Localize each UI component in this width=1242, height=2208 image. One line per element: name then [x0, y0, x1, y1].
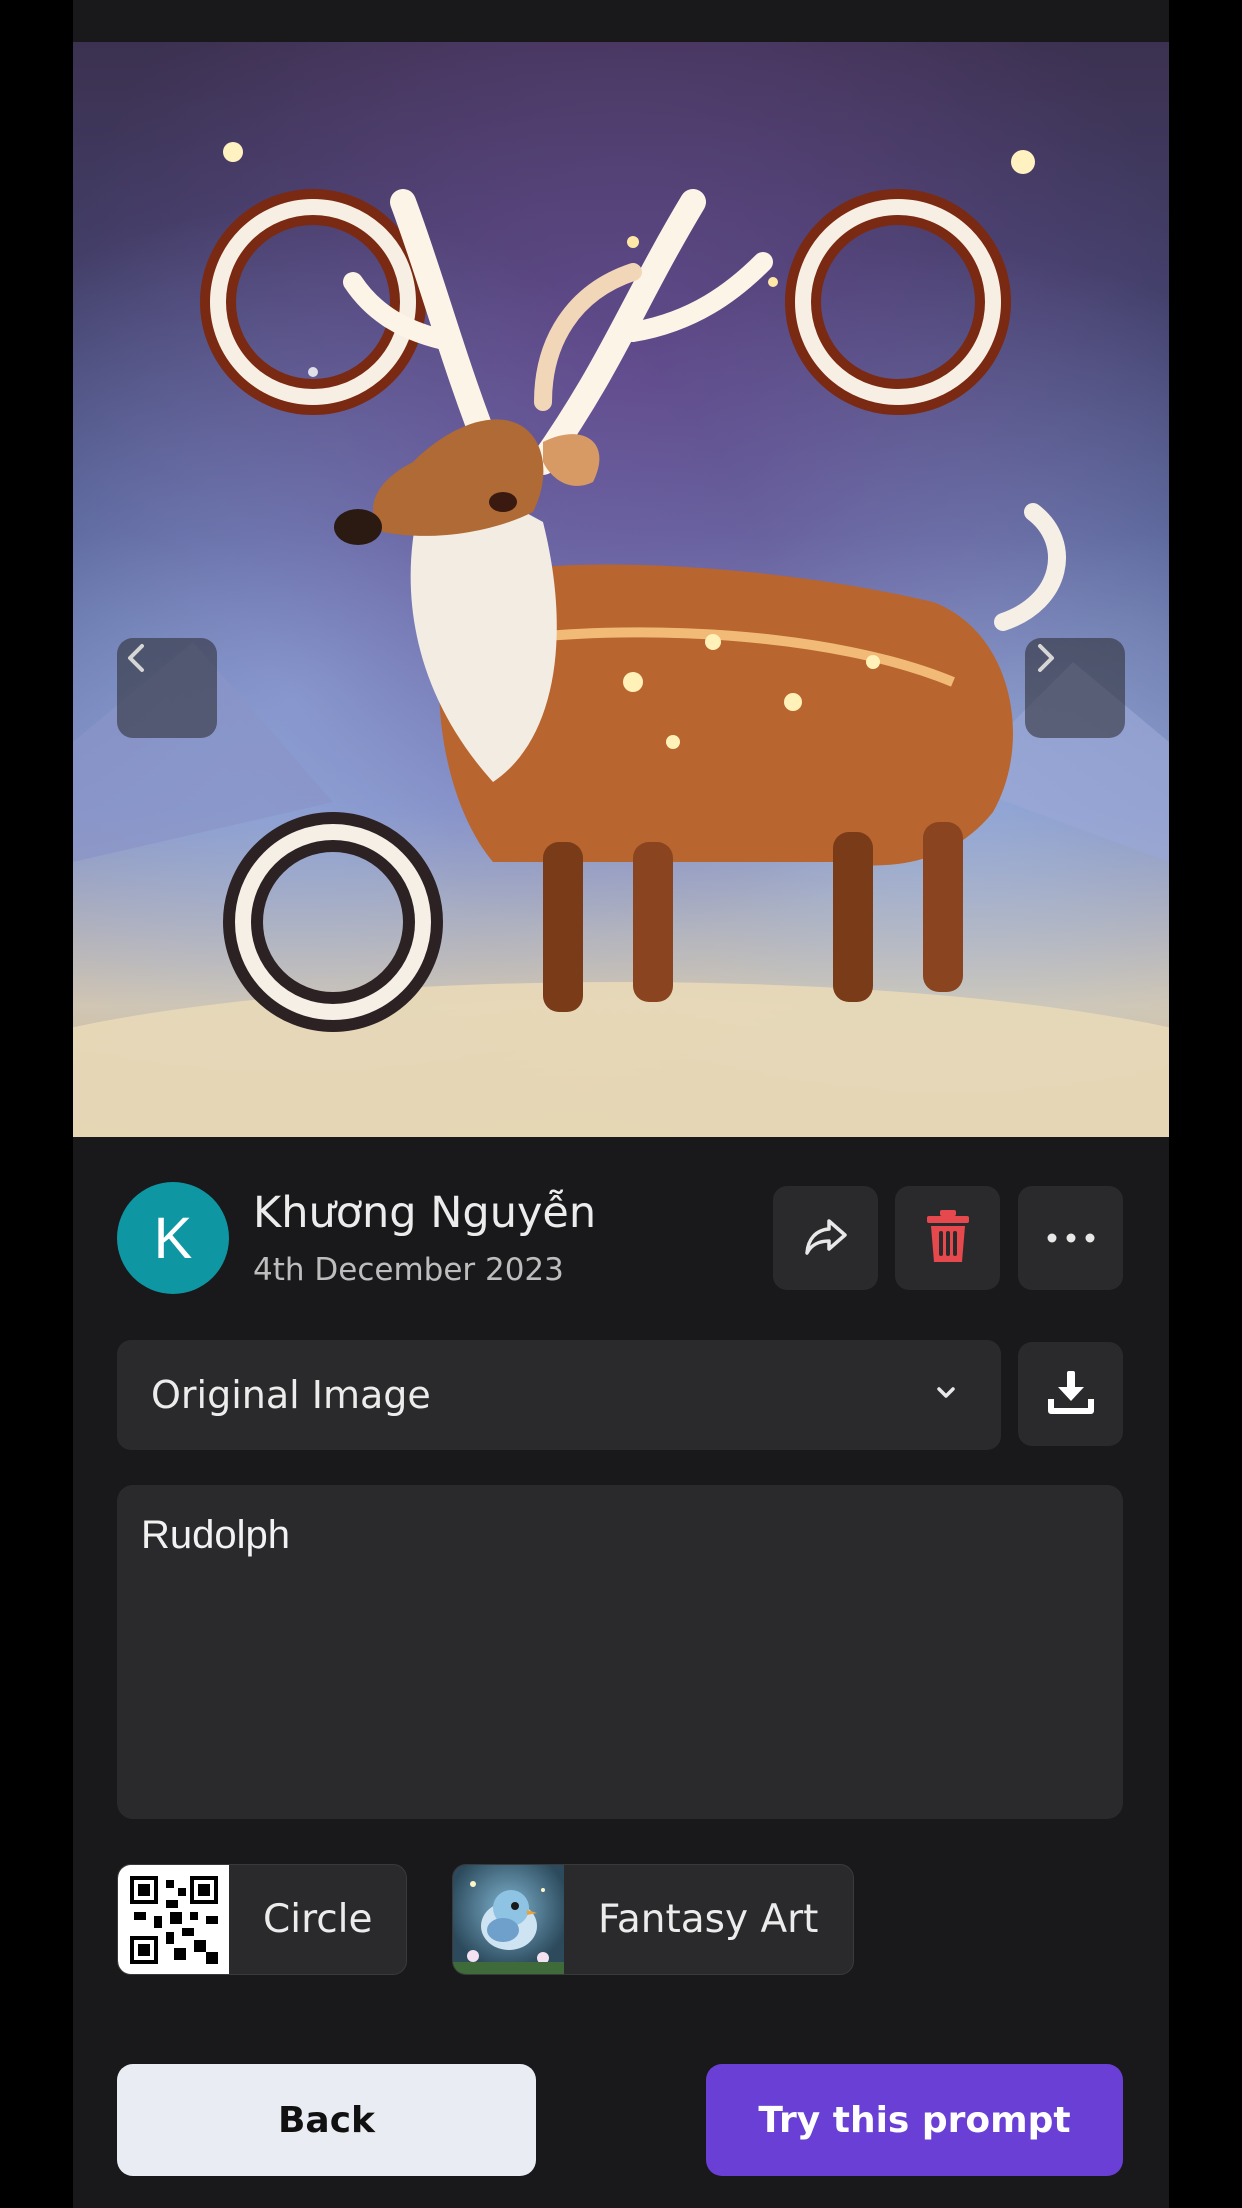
selected-variant: Original Image — [151, 1373, 431, 1417]
share-button[interactable] — [773, 1186, 878, 1290]
delete-button[interactable] — [895, 1186, 1000, 1290]
more-options-button[interactable] — [1018, 1186, 1123, 1290]
prompt-text: Rudolph — [141, 1513, 291, 1557]
tag-fantasy-art[interactable]: Fantasy Art — [452, 1864, 854, 1975]
created-date: 4th December 2023 — [253, 1252, 564, 1288]
image-detail-screen: K Khương Nguyễn 4th December 2023 Origin… — [73, 0, 1169, 2208]
try-this-prompt-button[interactable]: Try this prompt — [706, 2064, 1123, 2176]
download-icon — [1046, 1367, 1096, 1421]
next-image-button[interactable] — [1025, 638, 1125, 738]
tag-circle[interactable]: Circle — [117, 1864, 407, 1975]
generated-image[interactable] — [73, 42, 1169, 1137]
prompt-box: Rudolph — [117, 1485, 1123, 1819]
reindeer-artwork — [73, 142, 1169, 1137]
chevron-down-icon — [931, 1378, 961, 1412]
tag-label: Circle — [263, 1897, 373, 1942]
image-variant-select[interactable]: Original Image — [117, 1340, 1001, 1450]
qr-code-thumbnail — [118, 1865, 229, 1974]
avatar[interactable]: K — [117, 1182, 229, 1294]
previous-image-button[interactable] — [117, 638, 217, 738]
avatar-initial: K — [153, 1205, 193, 1271]
trash-icon — [924, 1208, 972, 1268]
more-horizontal-icon — [1046, 1229, 1096, 1248]
bird-thumbnail — [453, 1865, 564, 1974]
back-button[interactable]: Back — [117, 2064, 536, 2176]
author-name: Khương Nguyễn — [253, 1188, 597, 1238]
share-icon — [799, 1209, 853, 1267]
tag-label: Fantasy Art — [598, 1897, 819, 1942]
download-button[interactable] — [1018, 1342, 1123, 1446]
